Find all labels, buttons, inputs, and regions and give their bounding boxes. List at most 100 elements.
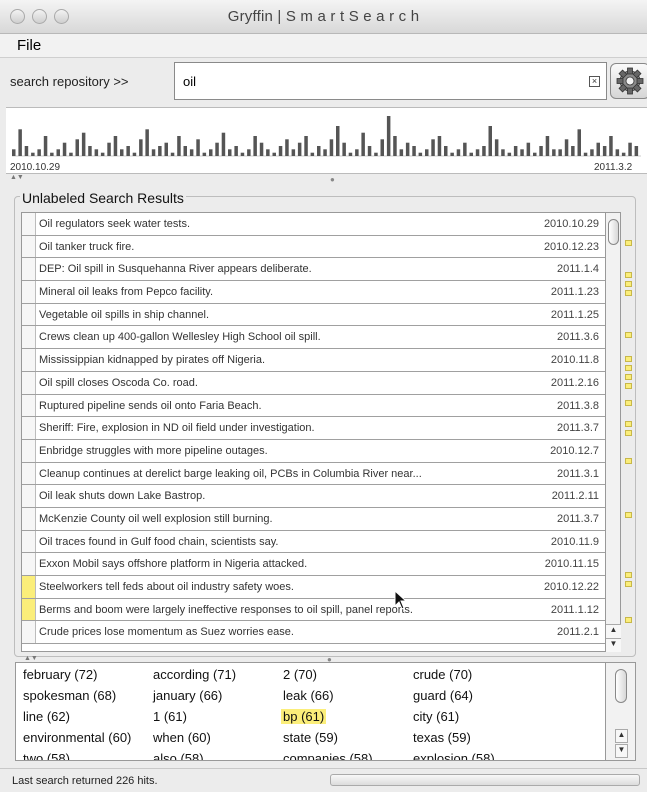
result-row[interactable]: Oil leak shuts down Lake Bastrop. 2011.2.… (22, 485, 605, 508)
result-label-marker[interactable] (22, 439, 36, 462)
clear-icon[interactable]: × (589, 76, 600, 87)
term-item[interactable]: january (66) (151, 688, 224, 703)
result-title: Crude prices lose momentum as Suez worri… (39, 626, 294, 639)
menu-file[interactable]: File (17, 37, 41, 54)
term-item[interactable]: environmental (60) (21, 730, 133, 745)
result-marker[interactable] (625, 400, 632, 406)
result-row[interactable]: Mineral oil leaks from Pepco facility. 20… (22, 281, 605, 304)
result-label-marker[interactable] (22, 281, 36, 303)
term-item[interactable]: february (72) (21, 667, 99, 682)
result-label-marker[interactable] (22, 598, 36, 621)
results-scroll-thumb[interactable] (608, 219, 619, 245)
result-row[interactable]: Exxon Mobil says offshore platform in Ni… (22, 553, 605, 576)
terms-scrollbar[interactable]: ▲ ▼ (606, 662, 636, 761)
scroll-down-icon[interactable]: ▼ (615, 744, 628, 758)
search-input[interactable] (174, 62, 607, 100)
term-item[interactable]: 2 (70) (281, 667, 319, 682)
result-row[interactable]: Mississippian kidnapped by pirates off N… (22, 349, 605, 372)
result-marker[interactable] (625, 281, 632, 287)
result-row[interactable]: DEP: Oil spill in Susquehanna River appe… (22, 258, 605, 282)
result-marker[interactable] (625, 240, 632, 246)
result-label-marker[interactable] (22, 417, 36, 439)
result-label-marker[interactable] (22, 326, 36, 349)
result-row[interactable]: Sheriff: Fire, explosion in ND oil field… (22, 417, 605, 440)
result-title: Oil leak shuts down Lake Bastrop. (39, 490, 206, 503)
results-scrollbar[interactable]: ▲ ▼ (606, 212, 621, 652)
term-item[interactable]: state (59) (281, 730, 340, 745)
splitter-handle-icon[interactable]: ● (330, 175, 335, 184)
term-item[interactable]: explosion (58) (411, 751, 497, 760)
result-label-marker[interactable] (22, 258, 36, 281)
timeline-start-date: 2010.10.29 (10, 162, 61, 173)
timeline-bar (247, 149, 251, 156)
result-marker[interactable] (625, 290, 632, 296)
term-item[interactable]: companies (58) (281, 751, 375, 760)
term-item[interactable]: also (58) (151, 751, 206, 760)
result-label-marker[interactable] (22, 621, 36, 644)
result-label-marker[interactable] (22, 553, 36, 575)
timeline-histogram[interactable] (6, 107, 647, 174)
result-marker[interactable] (625, 383, 632, 389)
scroll-up-icon[interactable]: ▲ (615, 729, 628, 743)
result-row[interactable]: Oil regulators seek water tests. 2010.10.… (22, 213, 605, 236)
result-label-marker[interactable] (22, 530, 36, 553)
timeline-bar (24, 146, 29, 156)
result-marker[interactable] (625, 356, 632, 362)
result-marker[interactable] (625, 421, 632, 427)
result-row[interactable]: Vegetable oil spills in ship channel. 201… (22, 303, 605, 327)
result-marker[interactable] (625, 458, 632, 464)
term-item[interactable]: two (58) (21, 751, 72, 760)
term-item[interactable]: leak (66) (281, 688, 336, 703)
term-item[interactable]: according (71) (151, 667, 238, 682)
result-label-marker[interactable] (22, 576, 36, 598)
result-row[interactable]: Oil tanker truck fire. 2010.12.23 (22, 235, 605, 259)
term-item[interactable]: spokesman (68) (21, 688, 118, 703)
window-title: Gryffin | S m a r t S e a r c h (227, 8, 420, 25)
result-marker[interactable] (625, 512, 632, 518)
result-label-marker[interactable] (22, 349, 36, 371)
result-marker[interactable] (625, 374, 632, 380)
result-marker[interactable] (625, 332, 632, 338)
terms-scroll-thumb[interactable] (615, 669, 627, 703)
result-label-marker[interactable] (22, 303, 36, 326)
term-item[interactable]: bp (61) (281, 709, 327, 724)
splitter-arrows-icon[interactable]: ▲▼ (24, 655, 38, 662)
result-marker[interactable] (625, 272, 632, 278)
scroll-up-icon[interactable]: ▲ (606, 624, 621, 638)
result-row[interactable]: Crews clean up 400-gallon Wellesley High… (22, 326, 605, 350)
settings-button[interactable] (610, 63, 647, 99)
result-marker[interactable] (625, 430, 632, 436)
term-item[interactable]: line (62) (21, 709, 72, 724)
term-item[interactable]: 1 (61) (151, 709, 189, 724)
result-label-marker[interactable] (22, 394, 36, 417)
result-row[interactable]: Cleanup continues at derelict barge leak… (22, 462, 605, 486)
result-row[interactable]: Steelworkers tell feds about oil industr… (22, 576, 605, 599)
result-row[interactable]: Crude prices lose momentum as Suez worri… (22, 621, 605, 645)
timeline-bar (596, 142, 600, 156)
result-row[interactable]: Oil traces found in Gulf food chain, sci… (22, 530, 605, 554)
result-row[interactable]: McKenzie County oil well explosion still… (22, 507, 605, 531)
term-item[interactable]: guard (64) (411, 688, 475, 703)
result-row[interactable]: Ruptured pipeline sends oil onto Faria B… (22, 394, 605, 418)
timeline-bar (126, 146, 130, 156)
result-label-marker[interactable] (22, 371, 36, 394)
result-label-marker[interactable] (22, 235, 36, 258)
scroll-down-icon[interactable]: ▼ (606, 638, 621, 652)
result-marker[interactable] (625, 581, 632, 587)
result-date: 2010.12.22 (543, 581, 599, 593)
result-label-marker[interactable] (22, 507, 36, 530)
term-item[interactable]: crude (70) (411, 667, 474, 682)
term-item[interactable]: texas (59) (411, 730, 473, 745)
term-item[interactable]: city (61) (411, 709, 461, 724)
result-row[interactable]: Enbridge struggles with more pipeline ou… (22, 439, 605, 463)
result-marker[interactable] (625, 365, 632, 371)
result-label-marker[interactable] (22, 462, 36, 485)
result-label-marker[interactable] (22, 485, 36, 507)
term-item[interactable]: when (60) (151, 730, 213, 745)
result-row[interactable]: Berms and boom were largely ineffective … (22, 598, 605, 622)
result-marker[interactable] (625, 617, 632, 623)
result-label-marker[interactable] (22, 213, 36, 235)
result-row[interactable]: Oil spill closes Oscoda Co. road. 2011.2.… (22, 371, 605, 395)
splitter-arrows-icon[interactable]: ▲▼ (10, 174, 24, 181)
result-marker[interactable] (625, 572, 632, 578)
